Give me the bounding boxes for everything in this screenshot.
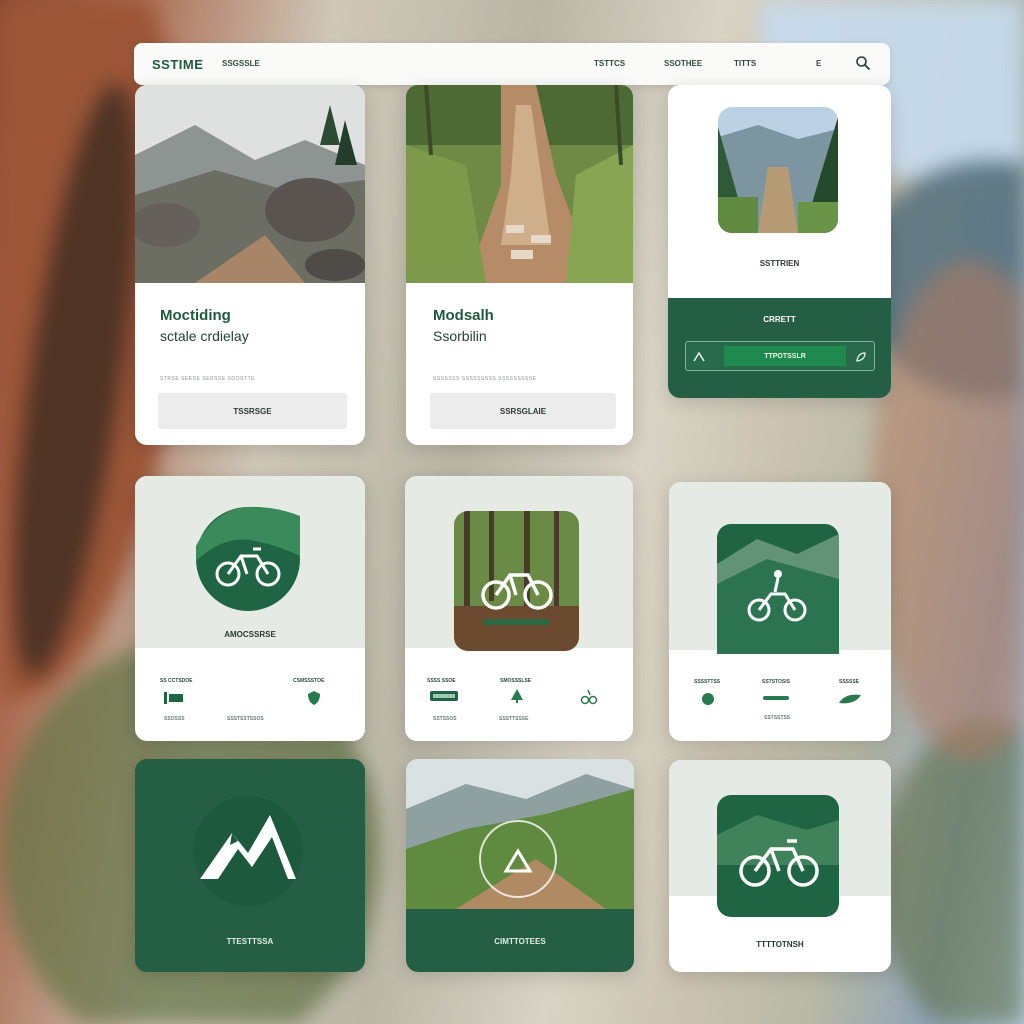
card-action-button[interactable]: TSSRSGE — [158, 393, 347, 429]
pine-icon — [511, 689, 523, 703]
card-subtitle: Ssorbilin — [433, 328, 487, 344]
card-title: Moctiding — [160, 307, 231, 324]
top-nav-bar: SSTIME SSGSSLE TSTTCS SSOTHEE TITTS E — [134, 43, 890, 85]
card-label: TTTTOTNSH — [756, 940, 804, 949]
band-label: CRRETT — [763, 315, 796, 324]
mountain-rider-icon — [717, 524, 839, 654]
search-icon[interactable] — [855, 55, 871, 71]
card-meta: STRSE SEEDE SERSSE SOOSTTE — [160, 376, 255, 382]
forest-path-thumbnail — [718, 107, 838, 233]
card-label: TTESTTSSA — [226, 937, 274, 946]
card-label: AMOCSSRSE — [224, 630, 276, 639]
brand-card-2[interactable]: CIMTTOTEES — [406, 759, 634, 972]
bike-logo-icon — [196, 506, 300, 611]
nav-link-2[interactable]: TSTTCS — [594, 59, 625, 68]
ticket-icon — [430, 691, 458, 701]
nav-link-3[interactable]: SSOTHEE — [664, 59, 702, 68]
card-green-band: CRRETT TTPOTSSLR — [668, 298, 891, 398]
card-green-band: CIMTTOTEES — [406, 909, 634, 972]
brand-card-3[interactable]: TTTTOTNSH — [669, 760, 891, 972]
stat-value: SSSTTSSSE — [499, 716, 529, 722]
mountain-logo-icon — [193, 796, 303, 906]
shield-leaf-icon — [308, 691, 320, 705]
brand-logo[interactable]: SSTIME — [152, 57, 203, 72]
trail-line-icon — [763, 696, 789, 700]
stat-label: SSSS SSOE — [427, 678, 456, 684]
forest-bike-thumbnail — [454, 511, 579, 651]
stat-label: SS CCTSDOE — [160, 678, 193, 684]
trail-card-3[interactable]: SSTTRIEN CRRETT TTPOTSSLR — [668, 85, 891, 398]
bike-tile-icon — [717, 795, 839, 917]
primary-input-value[interactable]: TTPOTSSLR — [724, 346, 846, 366]
bike-card-1[interactable]: AMOCSSRSE SS CCTSDOE CSMSSSTOE SSOSSS SS… — [135, 476, 365, 741]
leaf-icon[interactable] — [854, 350, 868, 364]
dirt-trail-photo — [406, 85, 633, 283]
action-input-bar[interactable]: TTPOTSSLR — [685, 341, 875, 371]
stat-value: SSSTSSTSSOS — [227, 716, 264, 722]
stat-label: SMOSSSLSE — [500, 678, 532, 684]
stat-value: SSTSSTSS — [764, 715, 791, 721]
card-title: Modsalh — [433, 307, 494, 324]
hillside-trail-photo — [406, 759, 634, 909]
stat-label: CSMSSSTOE — [293, 678, 325, 684]
trail-card-1[interactable]: Moctiding sctale crdielay STRSE SEEDE SE… — [135, 85, 365, 445]
brand-card-1[interactable]: TTESTTSSA — [135, 759, 365, 972]
stat-label: SSSSTTSS — [694, 679, 721, 685]
nav-link-4[interactable]: TITTS — [734, 59, 756, 68]
nav-link-5[interactable]: E — [816, 59, 821, 68]
card-action-button[interactable]: SSRSGLAIE — [430, 393, 616, 429]
card-label: SSTTRIEN — [759, 259, 800, 268]
card-subtitle: sctale crdielay — [160, 328, 249, 344]
trail-card-2[interactable]: Modsalh Ssorbilin SSSSSSS SSSSSSSSS SSSS… — [406, 85, 633, 445]
flag-icon — [164, 692, 183, 704]
bike-mini-icon — [580, 689, 598, 705]
card-label: CIMTTOTEES — [494, 937, 546, 946]
caret-up-icon[interactable] — [692, 350, 706, 364]
card-meta: SSSSSSS SSSSSSSSS SSSSSSSSSE — [433, 376, 537, 382]
globe-icon — [702, 693, 714, 705]
stat-label: SSSSSE — [839, 679, 860, 685]
stat-value: SSOSSS — [164, 716, 185, 722]
stat-label: SSTSTOSIS — [762, 679, 790, 685]
mountain-rock-photo — [135, 85, 365, 283]
bike-card-3[interactable]: SSSSTTSS SSTSTOSIS SSSSSE SSTSSTSS — [669, 482, 891, 741]
stat-value: SSTSSOS — [433, 716, 457, 722]
bike-card-2[interactable]: SSSS SSOE SMOSSSLSE SSTSSOS SSSTTSSSE — [405, 476, 633, 741]
leaf-mini-icon — [839, 694, 861, 704]
nav-link-1[interactable]: SSGSSLE — [222, 59, 260, 68]
